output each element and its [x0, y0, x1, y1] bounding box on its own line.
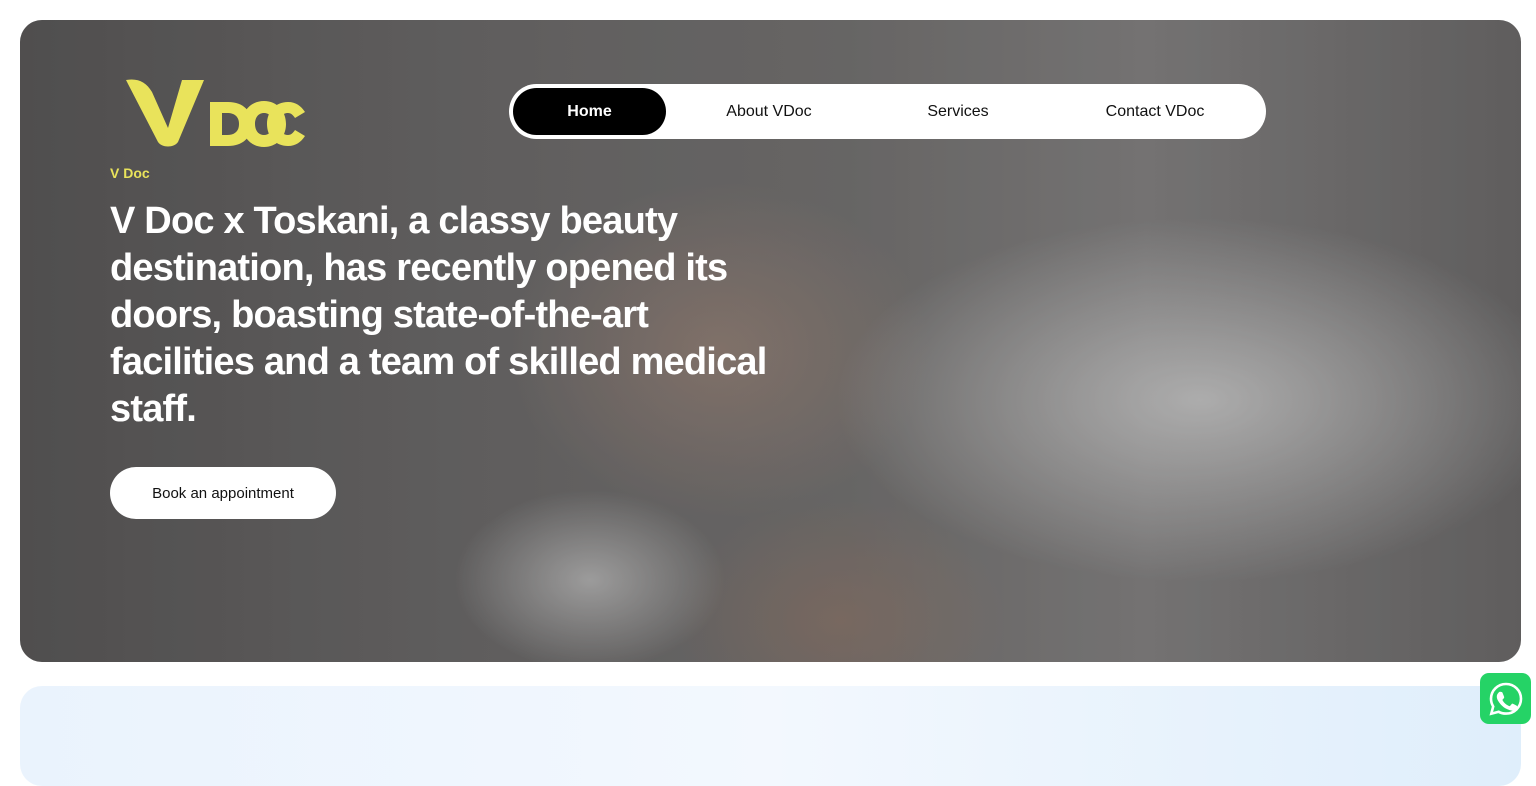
nav-item-about[interactable]: About VDoc [691, 88, 847, 135]
hero-headline: V Doc x Toskani, a classy beauty destina… [110, 200, 767, 430]
main-nav: Home About VDoc Services Contact VDoc [509, 84, 1266, 139]
book-appointment-button[interactable]: Book an appointment [110, 467, 336, 519]
nav-item-home[interactable]: Home [513, 88, 666, 135]
nav-item-services[interactable]: Services [893, 88, 1023, 135]
whatsapp-icon [1488, 682, 1522, 716]
hero-eyebrow: V Doc [110, 165, 150, 181]
hero-banner: Home About VDoc Services Contact VDoc V … [20, 20, 1521, 662]
whatsapp-button[interactable] [1480, 673, 1531, 724]
vdoc-logo[interactable] [124, 76, 306, 148]
next-section-preview [20, 686, 1521, 786]
nav-item-contact[interactable]: Contact VDoc [1079, 88, 1231, 135]
